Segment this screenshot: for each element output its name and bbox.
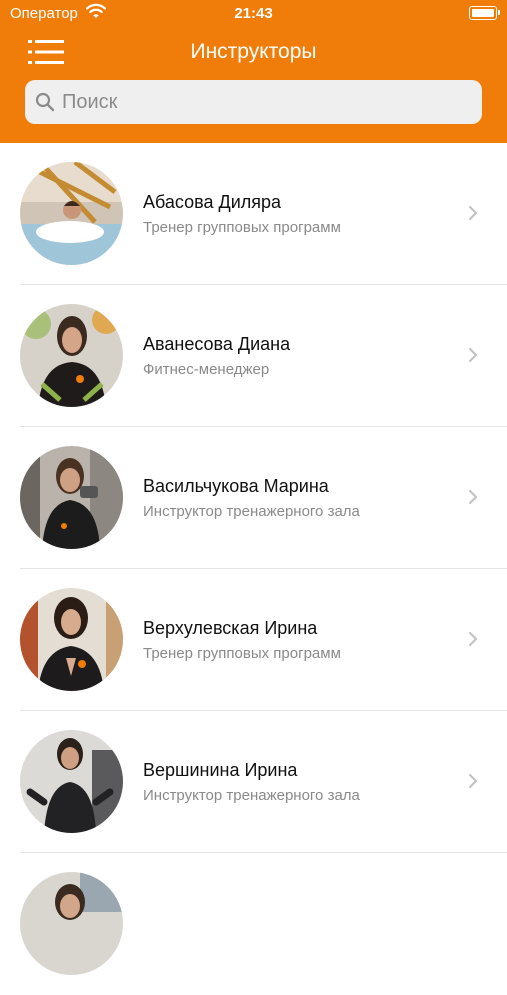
instructor-name: Абасова Диляра bbox=[143, 192, 282, 212]
instructor-name: Аванесова Диана bbox=[143, 334, 291, 354]
battery-icon bbox=[469, 6, 500, 20]
instructor-role: Фитнес-менеджер bbox=[143, 361, 270, 378]
avatar bbox=[20, 872, 123, 975]
chevron-right-icon bbox=[468, 773, 478, 789]
chevron-right-icon bbox=[468, 347, 478, 363]
search-input[interactable] bbox=[62, 80, 462, 124]
avatar bbox=[20, 730, 123, 833]
instructor-name: Вершинина Ирина bbox=[143, 760, 298, 780]
instructor-name: Верхулевская Ирина bbox=[143, 618, 318, 638]
instructor-row[interactable]: Вершинина Ирина Инструктор тренажерного … bbox=[0, 711, 507, 853]
instructor-role: Инструктор тренажерного зала bbox=[143, 787, 360, 804]
instructor-row-partial[interactable] bbox=[0, 853, 507, 995]
instructor-role: Инструктор тренажерного зала bbox=[143, 503, 360, 520]
avatar bbox=[20, 588, 123, 691]
avatar bbox=[20, 304, 123, 407]
instructor-row[interactable]: Васильчукова Марина Инструктор тренажерн… bbox=[0, 427, 507, 569]
search-icon bbox=[35, 92, 55, 112]
avatar bbox=[20, 446, 123, 549]
instructor-row[interactable]: Аванесова Диана Фитнес-менеджер bbox=[0, 285, 507, 427]
instructor-role: Тренер групповых программ bbox=[143, 219, 341, 236]
status-bar: Оператор 21:43 bbox=[0, 0, 507, 28]
chevron-right-icon bbox=[468, 489, 478, 505]
nav-header: Оператор 21:43 Инструкторы bbox=[0, 0, 507, 143]
avatar bbox=[20, 162, 123, 265]
instructor-name: Васильчукова Марина bbox=[143, 476, 329, 496]
instructor-row[interactable]: Верхулевская Ирина Тренер групповых прог… bbox=[0, 569, 507, 711]
search-bar[interactable] bbox=[25, 80, 482, 124]
chevron-right-icon bbox=[468, 205, 478, 221]
page-title: Инструкторы bbox=[190, 40, 317, 63]
chevron-right-icon bbox=[468, 631, 478, 647]
instructor-row[interactable]: Абасова Диляра Тренер групповых программ bbox=[0, 143, 507, 285]
instructor-role: Тренер групповых программ bbox=[143, 645, 341, 662]
clock: 21:43 bbox=[234, 5, 273, 22]
instructor-list: Абасова Диляра Тренер групповых программ… bbox=[0, 143, 507, 995]
